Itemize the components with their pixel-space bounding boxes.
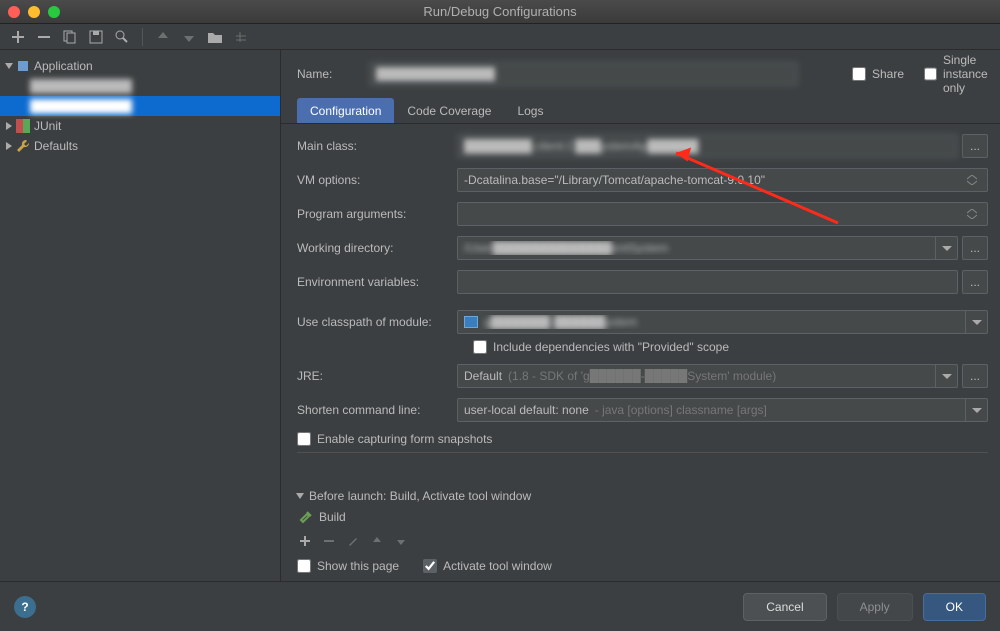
activate-tool-window-checkbox[interactable]: Activate tool window [423, 559, 552, 573]
browse-main-class-button[interactable]: ... [962, 134, 988, 158]
before-launch-item-build[interactable]: Build [297, 507, 984, 527]
browse-env-button[interactable]: ... [962, 270, 988, 294]
tab-logs[interactable]: Logs [504, 98, 556, 123]
chevron-down-icon [5, 63, 13, 69]
working-dir-label: Working directory: [297, 241, 457, 255]
program-args-input[interactable] [457, 202, 988, 226]
show-page-label: Show this page [317, 559, 399, 573]
collapse-all-icon [233, 29, 249, 45]
folder-icon[interactable] [207, 29, 223, 45]
edit-defaults-icon[interactable] [114, 29, 130, 45]
share-label: Share [872, 67, 904, 81]
chevron-right-icon [6, 122, 12, 130]
before-launch-label: Before launch: Build, Activate tool wind… [309, 489, 531, 503]
window-title: Run/Debug Configurations [0, 4, 1000, 19]
chevron-down-icon[interactable] [965, 399, 987, 421]
tab-configuration[interactable]: Configuration [297, 98, 394, 123]
tree-item-label: ████████████ [30, 99, 132, 113]
chevron-down-icon [296, 493, 304, 499]
main-class-input[interactable]: ████████.client.C███ystemAp██████ [457, 134, 958, 158]
chevron-down-icon[interactable] [935, 365, 957, 387]
jre-label: JRE: [297, 369, 457, 383]
expand-field-icon[interactable] [962, 202, 982, 226]
tree-group-junit[interactable]: JUnit [0, 116, 280, 136]
module-icon [464, 316, 478, 328]
apply-button: Apply [837, 593, 913, 621]
move-task-down-icon [393, 533, 409, 549]
classpath-label: Use classpath of module: [297, 315, 457, 329]
share-checkbox[interactable]: Share [852, 67, 912, 81]
cancel-button[interactable]: Cancel [743, 593, 826, 621]
remove-task-icon [321, 533, 337, 549]
tree-item-label: ████████████ [30, 79, 132, 93]
chevron-right-icon [6, 142, 12, 150]
env-vars-label: Environment variables: [297, 275, 457, 289]
show-this-page-checkbox[interactable]: Show this page [297, 559, 399, 573]
tree-label: JUnit [34, 119, 61, 133]
classpath-combo[interactable]: g███████-██████ystem [457, 310, 988, 334]
main-class-label: Main class: [297, 139, 457, 153]
working-dir-input[interactable]: /User██████████████entSystem [457, 236, 958, 260]
env-vars-input[interactable] [457, 270, 958, 294]
wrench-icon [16, 139, 30, 153]
shorten-combo[interactable]: user-local default: none - java [options… [457, 398, 988, 422]
hammer-icon [299, 510, 313, 524]
include-provided-checkbox[interactable]: Include dependencies with "Provided" sco… [473, 340, 988, 354]
shorten-label: Shorten command line: [297, 403, 457, 417]
single-instance-checkbox[interactable]: Single instance only [924, 53, 984, 95]
snapshots-checkbox[interactable]: Enable capturing form snapshots [297, 432, 988, 446]
copy-config-icon[interactable] [62, 29, 78, 45]
tree-item-selected[interactable]: ████████████ [0, 96, 280, 116]
browse-working-dir-button[interactable]: ... [962, 236, 988, 260]
add-config-icon[interactable] [10, 29, 26, 45]
move-task-up-icon [369, 533, 385, 549]
vm-options-label: VM options: [297, 173, 457, 187]
move-up-icon [155, 29, 171, 45]
browse-jre-button[interactable]: ... [962, 364, 988, 388]
tab-code-coverage[interactable]: Code Coverage [394, 98, 504, 123]
before-launch-header[interactable]: Before launch: Build, Activate tool wind… [297, 489, 984, 503]
add-task-icon[interactable] [297, 533, 313, 549]
chevron-down-icon[interactable] [965, 311, 987, 333]
name-label: Name: [297, 67, 357, 81]
tree-group-application[interactable]: Application [0, 56, 280, 76]
tree-label: Application [34, 59, 93, 73]
vm-options-input[interactable]: -Dcatalina.base="/Library/Tomcat/apache-… [457, 168, 988, 192]
activate-label: Activate tool window [443, 559, 552, 573]
expand-field-icon[interactable] [962, 168, 982, 192]
program-args-label: Program arguments: [297, 207, 457, 221]
chevron-down-icon[interactable] [935, 237, 957, 259]
jre-combo[interactable]: Default (1.8 - SDK of 'g██████-█████Syst… [457, 364, 958, 388]
tree-group-defaults[interactable]: Defaults [0, 136, 280, 156]
config-tree[interactable]: Application ████████████ ████████████ JU… [0, 50, 281, 581]
ok-button[interactable]: OK [923, 593, 986, 621]
help-button[interactable]: ? [14, 596, 36, 618]
tree-label: Defaults [34, 139, 78, 153]
snapshots-label: Enable capturing form snapshots [317, 432, 492, 446]
remove-config-icon[interactable] [36, 29, 52, 45]
single-instance-label: Single instance only [943, 53, 988, 95]
move-down-icon [181, 29, 197, 45]
name-input[interactable] [369, 62, 798, 86]
tree-item[interactable]: ████████████ [0, 76, 280, 96]
application-icon [16, 59, 30, 73]
include-provided-label: Include dependencies with "Provided" sco… [493, 340, 729, 354]
build-label: Build [319, 510, 346, 524]
edit-task-icon [345, 533, 361, 549]
junit-icon [16, 119, 30, 133]
save-config-icon[interactable] [88, 29, 104, 45]
